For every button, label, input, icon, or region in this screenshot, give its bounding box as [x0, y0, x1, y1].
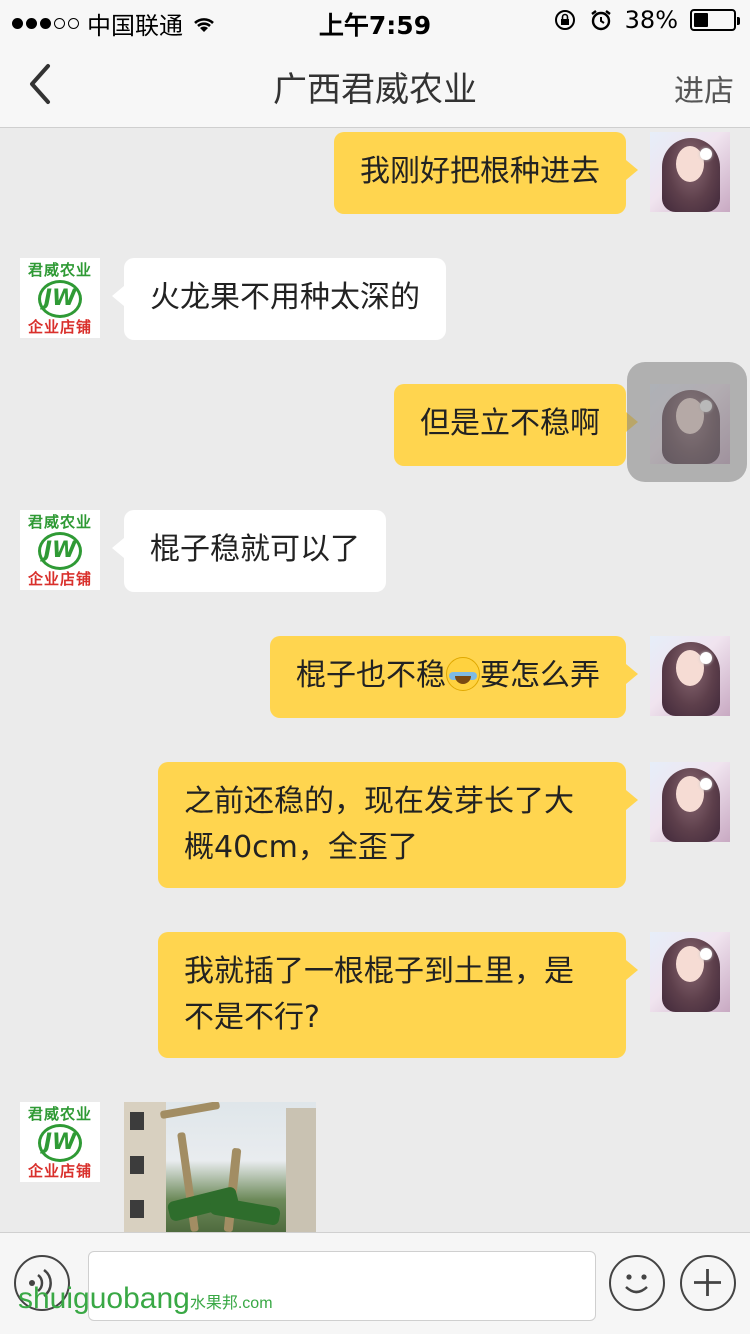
navigation-bar: 广西君威农业 进店 [0, 40, 750, 128]
watermark: shuiguobang水果邦.com [18, 1282, 273, 1315]
message-text: 要怎么弄 [480, 658, 600, 693]
alarm-icon [590, 10, 611, 31]
message-bubble-sent[interactable]: 我刚好把根种进去 [334, 132, 638, 214]
crying-laughing-emoji-icon [446, 657, 480, 691]
avatar-press-highlight [627, 362, 747, 482]
message-bubble-sent[interactable]: 但是立不稳啊 [394, 384, 638, 466]
user-avatar[interactable] [650, 932, 730, 1012]
shop-avatar[interactable]: 君威农业 JW 企业店铺 [20, 510, 100, 590]
message-text-line: 不是不行? [184, 1000, 320, 1035]
message-text-line: 之前还稳的，现在发芽长了大 [184, 784, 574, 819]
plus-icon [694, 1269, 721, 1296]
shop-logo-icon: JW [38, 1124, 82, 1162]
message-text-line: 概40cm，全歪了 [184, 830, 418, 865]
message-bubble-sent[interactable]: 我就插了一根棍子到土里，是 不是不行? [158, 932, 638, 1058]
shop-logo-icon: JW [38, 280, 82, 318]
page-title: 广西君威农业 [273, 70, 477, 110]
status-right: 38% [553, 6, 740, 34]
enter-store-button[interactable]: 进店 [674, 66, 734, 110]
message-bubble-received[interactable]: 棍子稳就可以了 [112, 510, 386, 592]
user-avatar[interactable] [650, 762, 730, 842]
battery-percent: 38% [624, 6, 678, 34]
user-avatar[interactable] [650, 132, 730, 212]
smiley-icon [625, 1274, 648, 1294]
shop-avatar[interactable]: 君威农业 JW 企业店铺 [20, 1102, 100, 1182]
status-bar: 中国联通 上午7:59 38% [0, 0, 750, 40]
message-bubble-sent[interactable]: 之前还稳的，现在发芽长了大 概40cm，全歪了 [158, 762, 638, 888]
more-options-button[interactable] [680, 1255, 736, 1311]
image-message[interactable] [124, 1102, 316, 1232]
shop-logo-icon: JW [38, 532, 82, 570]
battery-icon [690, 9, 740, 31]
user-avatar[interactable] [650, 636, 730, 716]
message-bubble-received[interactable]: 火龙果不用种太深的 [112, 258, 446, 340]
message-text: 棍子也不稳 [296, 658, 446, 693]
rotation-lock-icon [554, 10, 575, 30]
emoji-button[interactable] [609, 1255, 665, 1311]
shop-avatar[interactable]: 君威农业 JW 企业店铺 [20, 258, 100, 338]
message-bubble-sent[interactable]: 棍子也不稳 要怎么弄 [270, 636, 638, 718]
chat-messages[interactable]: 我刚好把根种进去 君威农业 JW 企业店铺 火龙果不用种太深的 但是立不稳啊 君… [0, 128, 750, 1232]
message-text-line: 我就插了一根棍子到土里，是 [184, 954, 574, 989]
